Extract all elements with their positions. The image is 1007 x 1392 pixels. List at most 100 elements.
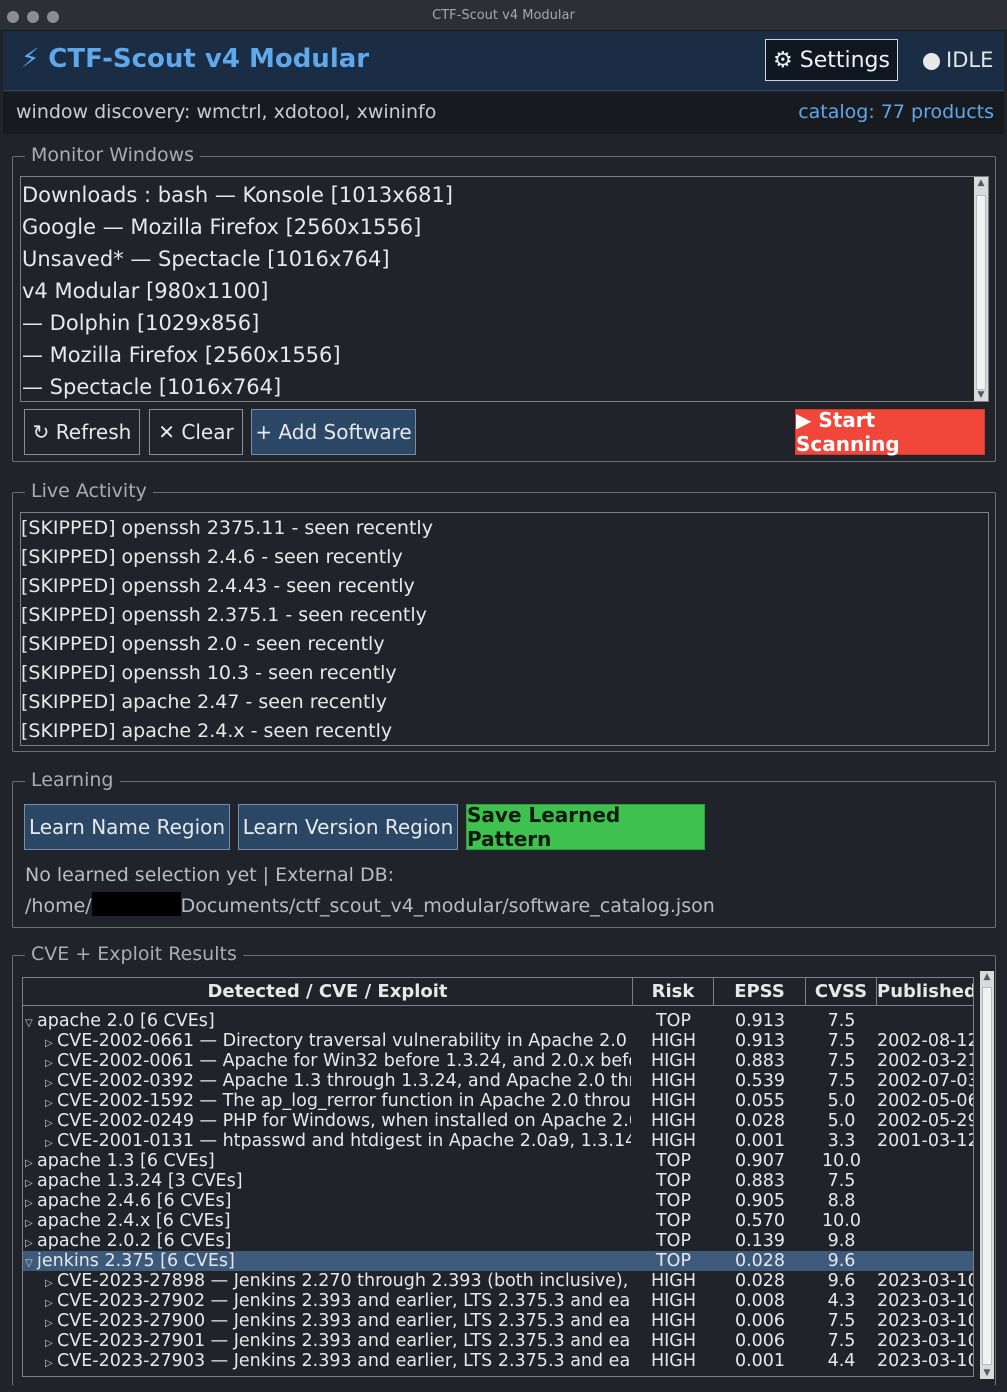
cell-published: 2023-03-10 [877,1351,974,1371]
column-header-risk[interactable]: Risk [633,978,714,1006]
cell-published: 2001-03-12 [877,1131,974,1151]
window-list-item[interactable]: Downloads : bash — Konsole [1013x681] [21,179,975,211]
cell-epss: 0.028 [734,1251,786,1271]
scroll-thumb[interactable] [976,195,986,390]
activity-log-line: [SKIPPED] openssh 2.4.43 - seen recently [21,575,415,597]
results-scroll-track[interactable]: ▲ ▼ [980,971,994,1379]
cell-detected: ▷ CVE-2023-27903 — Jenkins 2.393 and earl… [45,1351,631,1374]
results-scrollbar[interactable]: ▲ ▼ [980,971,994,1379]
learn-name-region-button[interactable]: Learn Name Region [24,804,230,850]
cell-epss: 0.570 [734,1211,786,1231]
cell-epss: 0.139 [734,1231,786,1251]
tree-row-cve[interactable]: ▷ CVE-2002-0661 — Directory traversal vul… [23,1031,973,1051]
results-scroll-thumb[interactable] [982,987,992,1365]
tree-row-cve[interactable]: ▷ CVE-2002-0249 — PHP for Windows, when i… [23,1111,974,1131]
results-table[interactable]: Detected / CVE / Exploit Risk EPSS CVSS … [22,977,974,1377]
learning-group: Learning Learn Name Region Learn Version… [12,769,996,928]
window-list-scrollbar[interactable]: ▲ ▼ [974,177,988,401]
cell-published: 2023-03-10 [877,1271,974,1291]
window-list[interactable]: Downloads : bash — Konsole [1013x681] Goo… [20,176,989,402]
tree-row-cve[interactable]: ▷ CVE-2023-27900 — Jenkins 2.393 and earl… [23,1311,973,1331]
window-list-item[interactable]: Google — Mozilla Firefox [2560x1556] [21,211,975,243]
window-list-item[interactable]: — Mozilla Firefox [2560x1556] [21,339,975,371]
tree-row-product[interactable]: ▽ apache 2.0 [6 CVEs] TOP 0.913 7.5 [23,1011,973,1031]
cell-cvss: 4.4 [827,1351,856,1371]
cell-epss: 0.028 [734,1111,786,1131]
tree-row-product[interactable]: ▷ apache 1.3.24 [3 CVEs] TOP 0.883 7.5 [23,1171,973,1191]
activity-log-line: [SKIPPED] openssh 2.4.6 - seen recently [21,546,403,568]
live-activity-title: Live Activity [25,480,153,502]
cell-risk: TOP [655,1151,692,1171]
activity-log[interactable]: [SKIPPED] openssh 2375.11 - seen recentl… [20,512,989,746]
learning-title: Learning [25,769,120,791]
tree-row-product[interactable]: ▷ apache 1.3 [6 CVEs] TOP 0.907 10.0 [23,1151,973,1171]
tree-row-product[interactable]: ▷ apache 2.4.6 [6 CVEs] TOP 0.905 8.8 [23,1191,973,1211]
cell-epss: 0.905 [734,1191,786,1211]
row-name: CVE-2023-27901 — Jenkins 2.393 and earli… [57,1331,631,1351]
results-group: CVE + Exploit Results Detected / CVE / E… [12,943,996,1386]
collapsed-chevron-icon[interactable]: ▷ [45,1354,57,1374]
window-list-item[interactable]: — Spectacle [1016x764] [21,371,975,401]
tree-row-product[interactable]: ▷ apache 2.0.2 [6 CVEs] TOP 0.139 9.8 [23,1231,973,1251]
tree-row-cve[interactable]: ▷ CVE-2023-27902 — Jenkins 2.393 and earl… [23,1291,973,1311]
tree-row-product[interactable]: ▷ apache 2.4.x [6 CVEs] TOP 0.570 10.0 [23,1211,973,1231]
results-title: CVE + Exploit Results [25,943,243,965]
learn-version-region-button[interactable]: Learn Version Region [238,804,458,850]
cell-risk: HIGH [650,1351,697,1371]
cell-cvss: 5.0 [827,1091,856,1111]
row-name: apache 1.3 [6 CVEs] [37,1151,215,1171]
cell-epss: 0.907 [734,1151,786,1171]
clear-button[interactable]: ✕ Clear [149,409,243,455]
tree-row-cve[interactable]: ▷ CVE-2023-27898 — Jenkins 2.270 through … [23,1271,974,1291]
tree-row-cve[interactable]: ▷ CVE-2002-1592 — The ap_log_rerror funct… [23,1091,973,1111]
cell-cvss: 7.5 [827,1011,856,1031]
column-header-cvss[interactable]: CVSS [806,978,877,1006]
cell-epss: 0.006 [734,1311,786,1331]
row-name: CVE-2002-0061 — Apache for Win32 before … [57,1051,631,1071]
add-software-button[interactable]: + Add Software [251,409,416,455]
cell-cvss: 3.3 [827,1131,856,1151]
window-list-item[interactable]: Unsaved* — Spectacle [1016x764] [21,243,975,275]
row-name: CVE-2023-27900 — Jenkins 2.393 and earli… [57,1311,631,1331]
activity-log-line: [SKIPPED] openssh 2.0 - seen recently [21,633,385,655]
settings-button[interactable]: ⚙ Settings [765,39,898,81]
tree-row-cve[interactable]: ▷ CVE-2023-27901 — Jenkins 2.393 and earl… [23,1331,974,1351]
catalog-path: /home/Documents/ctf_scout_v4_modular/sof… [25,892,715,917]
cell-published: 2023-03-10 [877,1331,974,1351]
cell-cvss: 7.5 [827,1031,856,1051]
start-scanning-button[interactable]: ▶ Start Scanning [795,408,985,456]
cell-epss: 0.883 [734,1171,786,1191]
cell-cvss: 4.3 [827,1291,856,1311]
cell-risk: HIGH [650,1111,697,1131]
cell-risk: TOP [655,1231,692,1251]
column-header-published[interactable]: Published [877,978,973,1006]
cell-risk: HIGH [650,1031,697,1051]
cell-risk: HIGH [650,1131,697,1151]
row-name: CVE-2002-0661 — Directory traversal vuln… [57,1031,631,1051]
tree-row-cve[interactable]: ▷ CVE-2002-0061 — Apache for Win32 before… [23,1051,973,1071]
status-text: IDLE [946,48,994,72]
cell-cvss: 10.0 [822,1151,861,1171]
window-list-item[interactable]: — Dolphin [1029x856] [21,307,975,339]
tree-row-cve[interactable]: ▷ CVE-2001-0131 — htpasswd and htdigest i… [23,1131,974,1151]
save-learned-pattern-button[interactable]: Save Learned Pattern [466,803,705,851]
cell-published: 2002-05-29 [877,1111,974,1131]
column-header-epss[interactable]: EPSS [714,978,806,1006]
tree-row-cve[interactable]: ▷ CVE-2023-27903 — Jenkins 2.393 and earl… [23,1351,974,1374]
results-scroll-up-icon[interactable]: ▲ [980,971,994,983]
cell-epss: 0.028 [734,1271,786,1291]
results-scroll-down-icon[interactable]: ▼ [980,1367,994,1379]
scroll-down-icon[interactable]: ▼ [974,389,988,401]
cell-epss: 0.001 [734,1351,786,1371]
tree-row-cve[interactable]: ▷ CVE-2002-0392 — Apache 1.3 through 1.3.… [23,1071,973,1091]
tree-row-product[interactable]: ▽ jenkins 2.375 [6 CVEs] TOP 0.028 9.6 [23,1251,973,1271]
row-name: CVE-2023-27902 — Jenkins 2.393 and earli… [57,1291,631,1311]
activity-log-line: [SKIPPED] apache 2.47 - seen recently [21,691,387,713]
refresh-button[interactable]: ↻ Refresh [24,409,140,455]
column-header-detected[interactable]: Detected / CVE / Exploit [23,978,633,1006]
window-list-item[interactable]: v4 Modular [980x1100] [21,275,975,307]
cell-cvss: 10.0 [822,1211,861,1231]
scroll-up-icon[interactable]: ▲ [974,177,988,189]
cell-risk: HIGH [650,1071,697,1091]
cell-risk: HIGH [650,1051,697,1071]
